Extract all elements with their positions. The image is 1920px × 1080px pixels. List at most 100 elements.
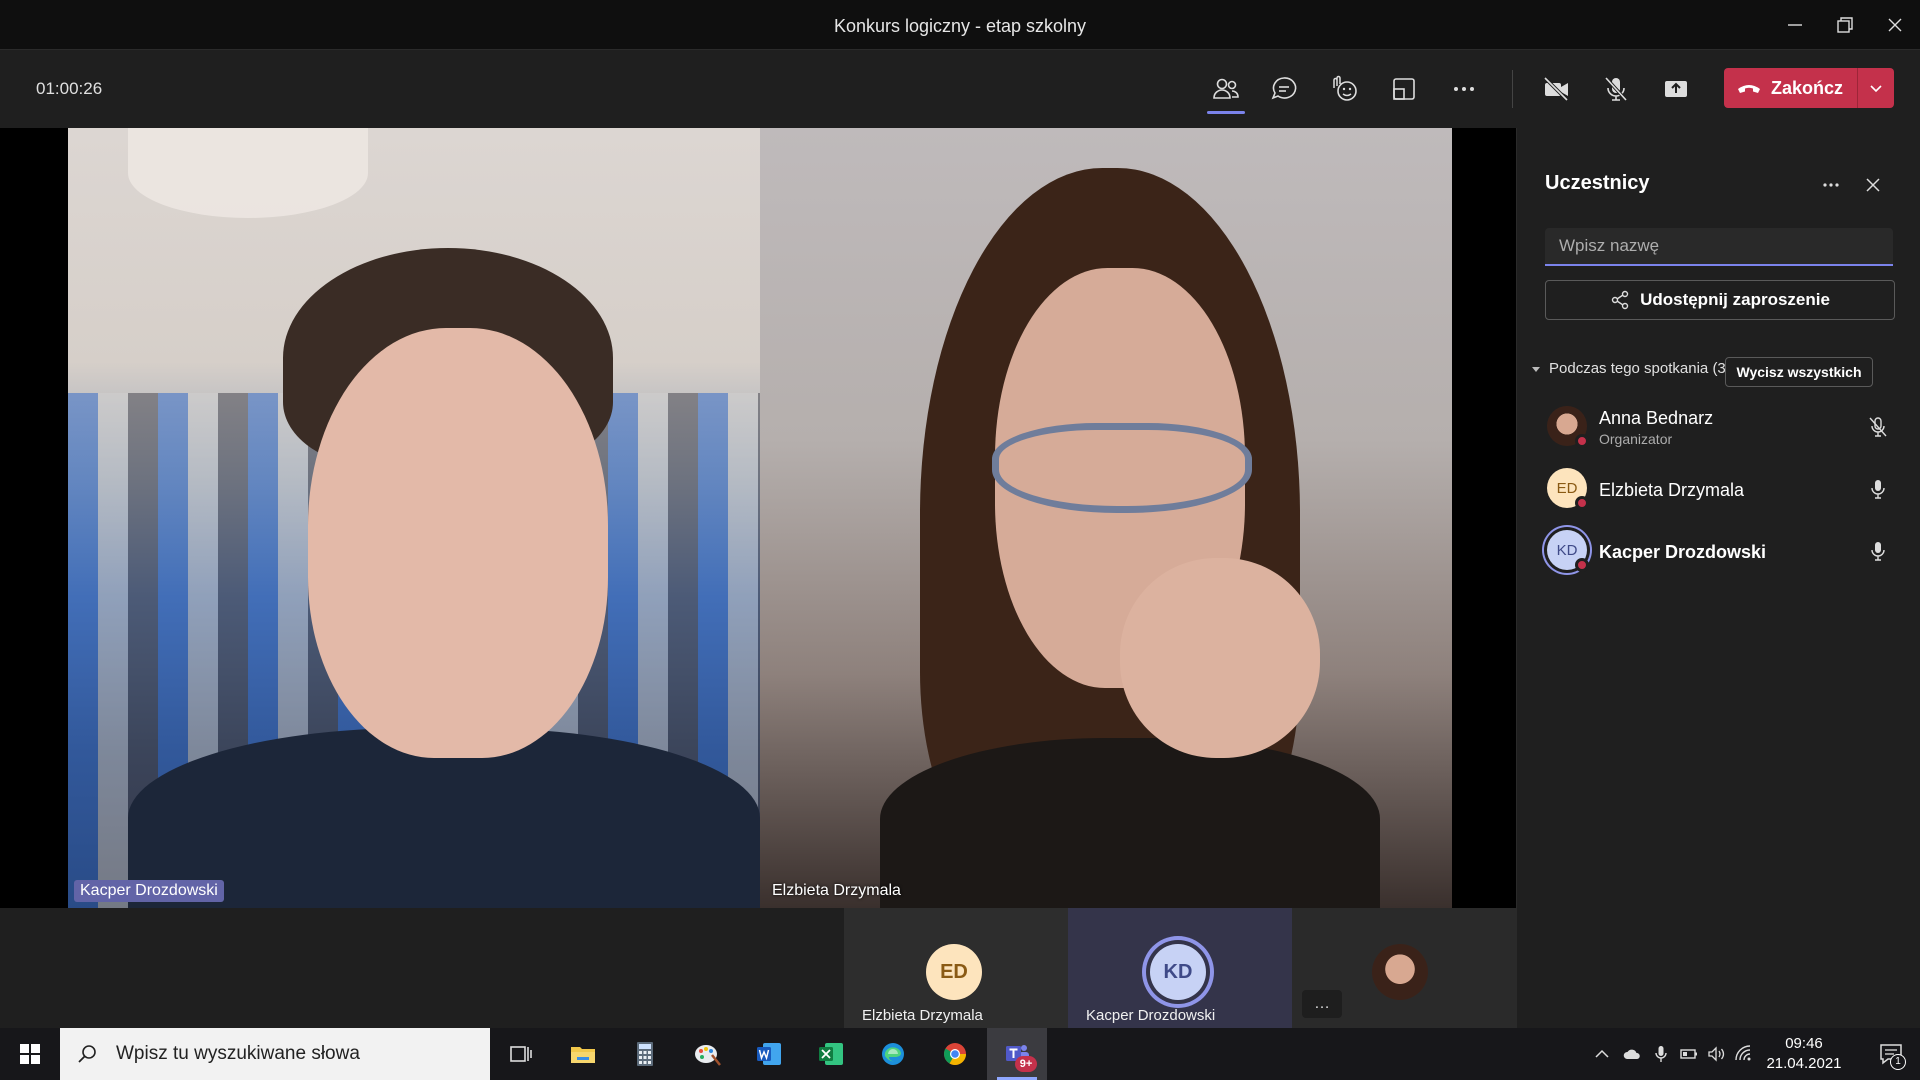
section-label: Podczas tego spotkania (3)	[1549, 360, 1731, 377]
camera-toggle-button[interactable]	[1530, 64, 1582, 114]
taskbar-search-box[interactable]: Wpisz tu wyszukiwane słowa	[60, 1028, 490, 1080]
taskbar-app-paint[interactable]	[677, 1028, 737, 1080]
title-bar: Konkurs logiczny - etap szkolny	[0, 0, 1920, 50]
rooms-icon	[1393, 78, 1415, 100]
more-actions-button[interactable]	[1438, 64, 1490, 114]
taskbar-app-file-explorer[interactable]	[553, 1028, 613, 1080]
battery-tray-button[interactable]	[1676, 1028, 1702, 1080]
tile-more-options-button[interactable]: …	[1302, 990, 1342, 1018]
participant-strip: ED Elzbieta Drzymala KD Kacper Drozdowsk…	[0, 908, 1516, 1028]
more-icon	[1454, 87, 1474, 91]
strip-tile-kacper[interactable]: KD Kacper Drozdowski	[1068, 908, 1292, 1028]
participant-row[interactable]: KD Kacper Drozdowski	[1517, 524, 1920, 580]
participant-role: Organizator	[1599, 431, 1673, 447]
restore-button[interactable]	[1820, 0, 1870, 50]
taskbar-app-chrome[interactable]	[925, 1028, 985, 1080]
taskbar-app-teams[interactable]: 9+	[987, 1028, 1047, 1080]
hang-up-icon	[1738, 85, 1760, 93]
participant-row[interactable]: ED Elzbieta Drzymala	[1517, 462, 1920, 518]
participant-name: Anna Bednarz	[1599, 408, 1714, 428]
participant-row[interactable]: Anna Bednarz Organizator	[1517, 400, 1920, 456]
onedrive-tray-button[interactable]	[1618, 1028, 1646, 1080]
notification-count-badge: 1	[1890, 1054, 1906, 1070]
video-stage: Kacper Drozdowski Elzbieta Drzymala	[0, 128, 1516, 908]
breakout-rooms-button[interactable]	[1378, 64, 1430, 114]
video-tile-kacper[interactable]: Kacper Drozdowski	[68, 128, 760, 908]
participants-icon	[1213, 78, 1239, 99]
camera-off-icon	[1543, 76, 1569, 102]
avatar: ED	[926, 944, 982, 1000]
taskbar-app-calculator[interactable]	[615, 1028, 675, 1080]
edge-icon	[882, 1043, 904, 1065]
mic-icon	[1871, 480, 1885, 499]
show-participants-button[interactable]	[1200, 64, 1252, 114]
minimize-button[interactable]	[1770, 0, 1820, 50]
section-header-in-meeting[interactable]: Podczas tego spotkania (3)	[1529, 360, 1731, 377]
end-call-main[interactable]: Zakończ	[1724, 68, 1857, 108]
file-explorer-icon	[571, 1047, 595, 1063]
strip-tile-elzbieta[interactable]: ED Elzbieta Drzymala	[844, 908, 1068, 1028]
onedrive-icon	[1623, 1049, 1640, 1059]
share-invite-label: Udostępnij zaproszenie	[1640, 290, 1830, 309]
share-content-button[interactable]	[1650, 64, 1702, 114]
teams-notification-badge: 9+	[1015, 1056, 1037, 1072]
mic-off-icon	[1869, 417, 1887, 437]
microphone-tray-button[interactable]	[1648, 1028, 1674, 1080]
raise-hand-button[interactable]	[1318, 64, 1370, 114]
battery-icon	[1680, 1049, 1697, 1059]
mic-off-icon	[1604, 76, 1628, 102]
action-center-button[interactable]: 1	[1866, 1028, 1916, 1080]
word-icon	[757, 1043, 781, 1065]
caret-down-icon	[1532, 366, 1540, 372]
panel-close-button[interactable]	[1855, 170, 1891, 200]
network-tray-button[interactable]	[1732, 1028, 1756, 1080]
taskbar-search-placeholder: Wpisz tu wyszukiwane słowa	[116, 1043, 360, 1064]
taskbar-app-word[interactable]	[739, 1028, 799, 1080]
taskbar-app-edge[interactable]	[863, 1028, 923, 1080]
avatar: KD	[1547, 530, 1589, 572]
start-button[interactable]	[0, 1028, 60, 1080]
more-icon	[1823, 183, 1839, 187]
participant-mic-status	[1865, 538, 1891, 564]
person-face	[308, 328, 608, 758]
ceiling-lamp	[128, 128, 368, 218]
show-hidden-icons-button[interactable]	[1588, 1028, 1616, 1080]
end-call-button[interactable]: Zakończ	[1724, 68, 1894, 108]
show-chat-button[interactable]	[1258, 64, 1310, 114]
calculator-icon	[637, 1042, 653, 1066]
mute-all-button[interactable]: Wycisz wszystkich	[1725, 357, 1873, 387]
end-call-options-button[interactable]	[1857, 68, 1894, 108]
task-view-icon	[510, 1046, 532, 1062]
meeting-timer: 01:00:26	[36, 79, 103, 98]
status-dot	[1575, 496, 1589, 510]
windows-taskbar: Wpisz tu wyszukiwane słowa 9+ 09:46 21.0…	[0, 1028, 1920, 1080]
panel-more-button[interactable]	[1813, 170, 1849, 200]
volume-tray-button[interactable]	[1704, 1028, 1730, 1080]
search-icon	[78, 1045, 96, 1063]
strip-tile-anna[interactable]: …	[1292, 908, 1516, 1028]
share-invite-button[interactable]: Udostępnij zaproszenie	[1545, 280, 1895, 320]
taskbar-app-excel[interactable]	[801, 1028, 861, 1080]
avatar-photo	[1372, 944, 1428, 1000]
end-call-label: Zakończ	[1771, 77, 1844, 98]
reactions-icon	[1333, 75, 1357, 101]
clock-time: 09:46	[1785, 1035, 1823, 1052]
avatar-initials: ED	[1556, 479, 1578, 497]
video-tile-elzbieta[interactable]: Elzbieta Drzymala	[760, 128, 1452, 908]
share-link-icon	[1611, 290, 1629, 310]
minimize-icon	[1788, 24, 1802, 26]
strip-tile-name: Elzbieta Drzymala	[862, 1007, 983, 1024]
person-shirt	[880, 738, 1380, 908]
mic-icon	[1871, 542, 1885, 561]
share-icon	[1665, 81, 1687, 97]
task-view-button[interactable]	[490, 1028, 550, 1080]
participant-search-input[interactable]	[1545, 228, 1893, 266]
status-dot	[1575, 558, 1589, 572]
wifi-icon	[1735, 1045, 1751, 1061]
mic-toggle-button[interactable]	[1590, 64, 1642, 114]
taskbar-clock[interactable]: 09:46 21.04.2021	[1754, 1034, 1854, 1074]
excel-icon	[819, 1043, 843, 1065]
avatar: ED	[1547, 468, 1589, 510]
participant-name: Kacper Drozdowski	[1599, 542, 1767, 562]
close-window-button[interactable]	[1870, 0, 1920, 50]
